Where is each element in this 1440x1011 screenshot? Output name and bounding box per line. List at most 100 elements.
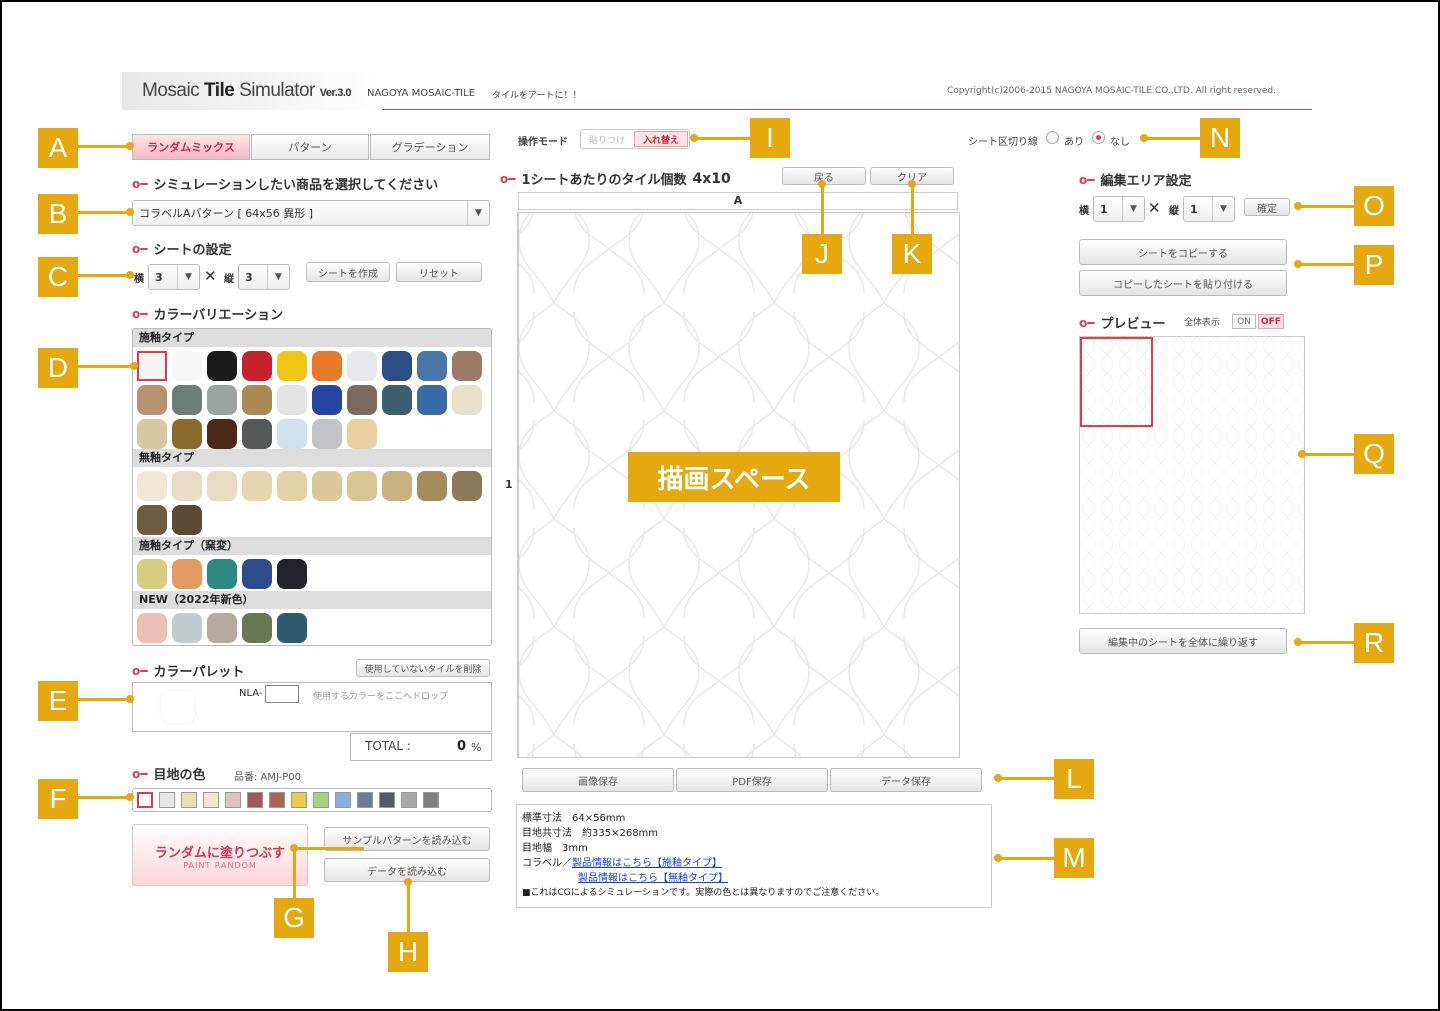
color-swatch[interactable] <box>242 351 272 381</box>
color-swatch[interactable] <box>277 471 307 501</box>
divider-off-radio[interactable] <box>1092 131 1105 144</box>
color-swatch[interactable] <box>242 419 272 449</box>
color-swatch[interactable] <box>137 559 167 589</box>
color-swatch[interactable] <box>207 351 237 381</box>
delete-unused-button[interactable]: 使用していないタイルを削除 <box>356 659 490 677</box>
paste-sheet-button[interactable]: コピーしたシートを貼り付ける <box>1079 270 1287 296</box>
color-swatch[interactable] <box>207 471 237 501</box>
color-swatch[interactable] <box>172 471 202 501</box>
color-swatch[interactable] <box>172 385 202 415</box>
color-swatch[interactable] <box>382 351 412 381</box>
palette-drop-zone[interactable]: NLA- 使用するカラーをここへドロップ <box>132 682 492 732</box>
tab-pattern[interactable]: パターン <box>251 134 369 160</box>
color-swatch[interactable] <box>347 385 377 415</box>
grout-color-swatch[interactable] <box>269 792 285 808</box>
sheet-tate-select[interactable]: 3 ▼ <box>238 264 290 290</box>
color-swatch[interactable] <box>172 613 202 643</box>
color-swatch[interactable] <box>172 419 202 449</box>
grout-color-swatch[interactable] <box>401 792 417 808</box>
grout-color-swatch[interactable] <box>423 792 439 808</box>
color-swatch[interactable] <box>452 385 482 415</box>
palette-code-input[interactable] <box>265 685 299 703</box>
grout-color-swatch[interactable] <box>203 792 219 808</box>
color-swatch[interactable] <box>172 505 202 535</box>
color-swatch[interactable] <box>347 419 377 449</box>
copy-sheet-button[interactable]: シートをコピーする <box>1079 239 1287 265</box>
confirm-button[interactable]: 確定 <box>1244 198 1290 216</box>
callout-dot <box>126 793 134 801</box>
edit-tate-select[interactable]: 1 ▼ <box>1183 196 1235 222</box>
color-swatch[interactable] <box>277 351 307 381</box>
color-swatch[interactable] <box>137 419 167 449</box>
product-select[interactable]: コラベルAパターン [ 64x56 異形 ] ▼ <box>132 200 490 226</box>
color-swatch[interactable] <box>312 351 342 381</box>
tab-gradation[interactable]: グラデーション <box>370 134 490 160</box>
total-label: TOTAL : <box>365 739 411 753</box>
preview-on-button[interactable]: ON <box>1232 314 1256 329</box>
color-swatch[interactable] <box>417 471 447 501</box>
edit-yoko-select[interactable]: 1 ▼ <box>1093 196 1145 222</box>
grout-color-swatch[interactable] <box>225 792 241 808</box>
color-swatch[interactable] <box>277 613 307 643</box>
color-swatch[interactable] <box>242 385 272 415</box>
color-swatch[interactable] <box>277 385 307 415</box>
color-swatch[interactable] <box>312 419 342 449</box>
grout-color-swatch[interactable] <box>335 792 351 808</box>
color-swatch[interactable] <box>312 471 342 501</box>
color-swatch[interactable] <box>417 385 447 415</box>
color-swatch[interactable] <box>137 385 167 415</box>
color-swatch[interactable] <box>137 351 167 381</box>
color-swatch[interactable] <box>137 505 167 535</box>
product-info-link-unglazed[interactable]: 製品情報はこちら【無釉タイプ】 <box>578 873 728 884</box>
color-swatch[interactable] <box>137 471 167 501</box>
sheet-yoko-select[interactable]: 3 ▼ <box>148 264 200 290</box>
color-swatch[interactable] <box>347 471 377 501</box>
tab-random-mix[interactable]: ランダムミックス <box>132 134 250 160</box>
color-swatch[interactable] <box>172 351 202 381</box>
save-image-button[interactable]: 画像保存 <box>522 768 674 792</box>
color-swatch[interactable] <box>242 471 272 501</box>
grout-color-swatch[interactable] <box>379 792 395 808</box>
callout-dot <box>126 271 134 279</box>
product-info-link-glazed[interactable]: 製品情報はこちら【施釉タイプ】 <box>572 858 722 869</box>
color-swatch[interactable] <box>277 559 307 589</box>
grout-color-swatch[interactable] <box>247 792 263 808</box>
grout-color-swatch[interactable] <box>159 792 175 808</box>
reset-button[interactable]: リセット <box>396 262 482 282</box>
grout-color-swatch[interactable] <box>137 792 153 808</box>
save-data-button[interactable]: データ保存 <box>830 768 982 792</box>
mode-paste-button[interactable]: 貼りつけ <box>582 131 632 147</box>
preview-off-button[interactable]: OFF <box>1258 314 1284 329</box>
color-swatch[interactable] <box>312 385 342 415</box>
paint-random-button[interactable]: ランダムに塗りつぶす PAINT RANDOM <box>132 824 308 886</box>
callout-line <box>1298 263 1354 266</box>
color-swatch[interactable] <box>207 385 237 415</box>
grout-color-swatch[interactable] <box>181 792 197 808</box>
create-sheet-button[interactable]: シートを作成 <box>306 262 390 282</box>
color-swatch[interactable] <box>242 559 272 589</box>
color-swatch[interactable] <box>382 471 412 501</box>
color-swatch[interactable] <box>172 559 202 589</box>
repeat-sheet-button[interactable]: 編集中のシートを全体に繰り返す <box>1079 628 1287 654</box>
color-swatch[interactable] <box>207 613 237 643</box>
grout-color-swatch[interactable] <box>313 792 329 808</box>
callout-badge: F <box>38 779 78 819</box>
color-swatch[interactable] <box>452 471 482 501</box>
mode-swap-button[interactable]: 入れ替え <box>634 131 688 147</box>
grout-color-swatch[interactable] <box>357 792 373 808</box>
app-logo: Mosaic Tile Simulator Ver.3.0 <box>142 80 352 102</box>
color-swatch[interactable] <box>207 419 237 449</box>
color-swatch[interactable] <box>417 351 447 381</box>
color-swatch[interactable] <box>207 559 237 589</box>
divider-on-radio[interactable] <box>1046 131 1059 144</box>
grout-color-swatch[interactable] <box>291 792 307 808</box>
color-swatch[interactable] <box>277 419 307 449</box>
edit-tate-value: 1 <box>1190 202 1198 216</box>
color-swatch[interactable] <box>452 351 482 381</box>
save-pdf-button[interactable]: PDF保存 <box>676 768 828 792</box>
color-swatch[interactable] <box>137 613 167 643</box>
callout-line <box>294 847 364 850</box>
color-swatch[interactable] <box>242 613 272 643</box>
color-swatch[interactable] <box>382 385 412 415</box>
color-swatch[interactable] <box>347 351 377 381</box>
